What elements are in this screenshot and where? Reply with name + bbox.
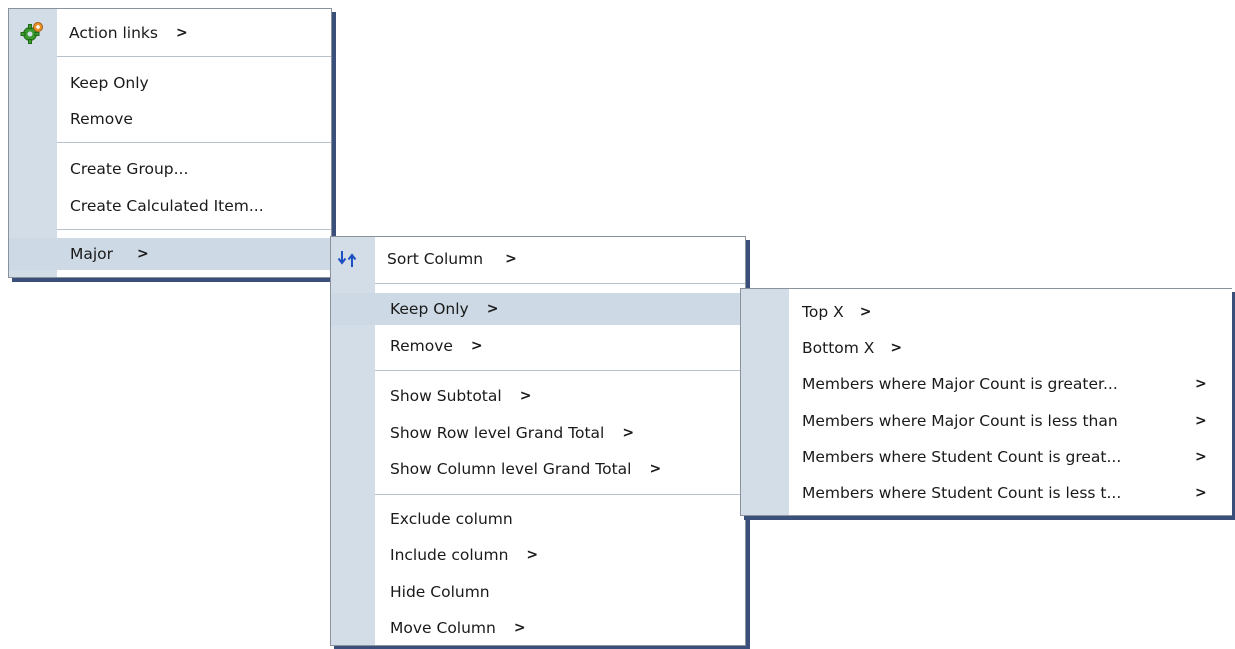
submenu-arrow-icon: > bbox=[486, 301, 499, 317]
submenu-arrow-icon: > bbox=[622, 425, 635, 441]
menu-item-show-subtotal[interactable]: Show Subtotal > bbox=[331, 380, 745, 412]
bottom-x-label: Bottom X bbox=[802, 339, 875, 357]
submenu-arrow-icon: > bbox=[526, 547, 539, 563]
action-links-label: Action links bbox=[69, 24, 158, 42]
submenu-arrow-icon: > bbox=[1195, 413, 1207, 429]
submenu-arrow-icon: > bbox=[1195, 485, 1207, 501]
submenu-arrow-icon: > bbox=[519, 388, 532, 404]
menu-item-action-links[interactable]: Action links > bbox=[9, 17, 331, 49]
menu-separator bbox=[375, 370, 745, 371]
student-count-greater-label: Members where Student Count is great... bbox=[802, 448, 1122, 466]
submenu-arrow-icon: > bbox=[137, 246, 149, 262]
menu-item-hide-column[interactable]: Hide Column bbox=[331, 576, 745, 608]
major-count-greater-label: Members where Major Count is greater... bbox=[802, 375, 1118, 393]
include-column-label: Include column bbox=[390, 546, 509, 564]
hide-column-label: Hide Column bbox=[390, 583, 490, 601]
submenu-arrow-icon: > bbox=[1195, 449, 1207, 465]
show-column-grand-total-label: Show Column level Grand Total bbox=[390, 460, 632, 478]
submenu-arrow-icon: > bbox=[1195, 376, 1207, 392]
remove-label: Remove bbox=[70, 110, 133, 128]
show-subtotal-label: Show Subtotal bbox=[390, 387, 502, 405]
menu-item-top-x[interactable]: Top X > bbox=[741, 296, 1232, 328]
student-count-less-label: Members where Student Count is less t... bbox=[802, 484, 1122, 502]
submenu-arrow-icon: > bbox=[649, 461, 662, 477]
submenu-arrow-icon: > bbox=[890, 340, 903, 356]
major-label: Major bbox=[70, 245, 114, 263]
menu-item-exclude-column[interactable]: Exclude column bbox=[331, 503, 745, 535]
exclude-column-label: Exclude column bbox=[390, 510, 513, 528]
menu-item-remove[interactable]: Remove > bbox=[331, 330, 745, 362]
submenu-arrow-icon: > bbox=[470, 338, 483, 354]
menu-item-create-group[interactable]: Create Group... bbox=[9, 153, 331, 185]
menu-item-major-count-greater[interactable]: Members where Major Count is greater... … bbox=[741, 368, 1232, 400]
menu-item-show-column-grand-total[interactable]: Show Column level Grand Total > bbox=[331, 453, 745, 485]
menu-item-sort-column[interactable]: Sort Column > bbox=[331, 243, 745, 275]
submenu-arrow-icon: > bbox=[859, 304, 872, 320]
menu-separator bbox=[57, 142, 331, 143]
create-calculated-item-label: Create Calculated Item... bbox=[70, 197, 264, 215]
show-row-grand-total-label: Show Row level Grand Total bbox=[390, 424, 605, 442]
menu-item-move-column[interactable]: Move Column > bbox=[331, 612, 745, 644]
menu-separator bbox=[375, 283, 745, 284]
menu-item-major[interactable]: Major > bbox=[9, 238, 331, 270]
major-count-less-label: Members where Major Count is less than bbox=[802, 412, 1118, 430]
menu-item-keep-only[interactable]: Keep Only bbox=[9, 67, 331, 99]
menu-item-remove[interactable]: Remove bbox=[9, 103, 331, 135]
menu-item-create-calculated-item[interactable]: Create Calculated Item... bbox=[9, 190, 331, 222]
context-menu-keep-only: Top X > Bottom X > Members where Major C… bbox=[740, 288, 1232, 516]
submenu-arrow-icon: > bbox=[505, 251, 517, 267]
menu-item-bottom-x[interactable]: Bottom X > bbox=[741, 332, 1232, 364]
remove-label: Remove bbox=[390, 337, 453, 355]
menu-item-student-count-greater[interactable]: Members where Student Count is great... … bbox=[741, 441, 1232, 473]
menu-item-student-count-less[interactable]: Members where Student Count is less t...… bbox=[741, 477, 1232, 509]
submenu-arrow-icon: > bbox=[513, 620, 526, 636]
context-menu-main: Action links > Keep Only Remove Create G… bbox=[8, 8, 332, 278]
gear-action-icon bbox=[19, 21, 45, 45]
menu-separator bbox=[57, 56, 331, 57]
menu-item-include-column[interactable]: Include column > bbox=[331, 539, 745, 571]
menu-separator bbox=[57, 229, 331, 230]
keep-only-label: Keep Only bbox=[70, 74, 149, 92]
context-menu-major: Sort Column > Keep Only > Remove > Show … bbox=[330, 236, 746, 646]
top-x-label: Top X bbox=[802, 303, 844, 321]
sort-column-label: Sort Column bbox=[387, 250, 484, 268]
menu-item-show-row-grand-total[interactable]: Show Row level Grand Total > bbox=[331, 417, 745, 449]
create-group-label: Create Group... bbox=[70, 160, 189, 178]
move-column-label: Move Column bbox=[390, 619, 496, 637]
submenu-arrow-icon: > bbox=[175, 25, 188, 41]
menu-separator bbox=[375, 494, 745, 495]
menu-item-keep-only[interactable]: Keep Only > bbox=[331, 293, 745, 325]
sort-arrows-icon bbox=[336, 248, 360, 270]
keep-only-label: Keep Only bbox=[390, 300, 469, 318]
menu-item-major-count-less[interactable]: Members where Major Count is less than > bbox=[741, 405, 1232, 437]
